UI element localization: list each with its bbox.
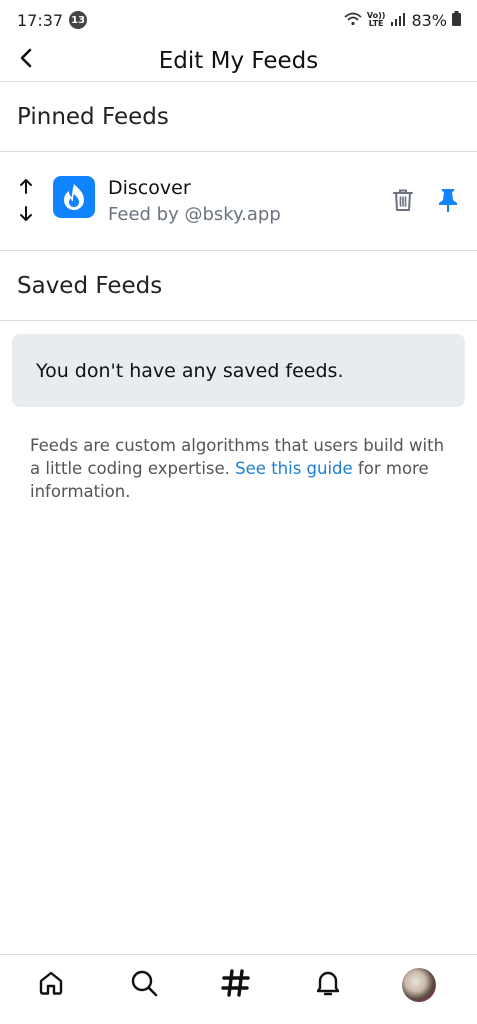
nav-feeds-button[interactable] — [218, 967, 254, 1003]
battery-icon — [452, 10, 461, 30]
pin-icon — [438, 188, 458, 216]
status-bar: 17:37 13 Vo)) LTE 83% — [0, 0, 477, 40]
back-button[interactable] — [10, 44, 42, 76]
move-down-button[interactable] — [14, 205, 38, 227]
feed-texts: Discover Feed by @bsky.app — [108, 177, 281, 225]
unpin-feed-button[interactable] — [434, 188, 462, 216]
chevron-left-icon — [19, 48, 33, 72]
discover-flame-icon — [53, 176, 95, 218]
nav-home-button[interactable] — [33, 967, 69, 1003]
network-type-indicator: Vo)) LTE — [367, 12, 386, 28]
move-up-button[interactable] — [14, 177, 38, 199]
nav-notifications-button[interactable] — [310, 967, 346, 1003]
status-time: 17:37 — [17, 10, 64, 30]
reorder-controls — [14, 177, 38, 227]
guide-link[interactable]: See this guide — [235, 459, 353, 478]
wifi-icon — [344, 11, 362, 30]
pinned-feed-row[interactable]: Discover Feed by @bsky.app — [0, 152, 477, 251]
page-title: Edit My Feeds — [158, 47, 319, 74]
pinned-feeds-heading: Pinned Feeds — [0, 82, 477, 152]
nav-profile-button[interactable] — [401, 967, 437, 1003]
feed-owner: Feed by @bsky.app — [108, 204, 281, 225]
status-right: Vo)) LTE 83% — [344, 10, 461, 30]
arrow-up-icon — [19, 178, 33, 198]
notifications-icon — [315, 969, 341, 1001]
battery-percent: 83% — [411, 10, 447, 30]
trash-icon — [392, 188, 414, 216]
bottom-nav — [0, 954, 477, 1024]
home-icon — [38, 970, 64, 1000]
signal-icon — [390, 11, 406, 30]
search-icon — [130, 969, 158, 1001]
status-left: 17:37 13 — [17, 10, 88, 30]
header: Edit My Feeds — [0, 40, 477, 82]
feeds-info-text: Feeds are custom algorithms that users b… — [30, 434, 453, 503]
avatar — [402, 968, 436, 1002]
remove-feed-button[interactable] — [389, 188, 417, 216]
feed-name: Discover — [108, 177, 191, 199]
notification-count-badge: 13 — [69, 11, 88, 29]
hashtag-icon — [221, 968, 251, 1002]
saved-feeds-empty-state: You don't have any saved feeds. — [12, 334, 465, 407]
network-lte-label: LTE — [368, 19, 384, 28]
saved-feeds-heading: Saved Feeds — [0, 251, 477, 321]
nav-search-button[interactable] — [126, 967, 162, 1003]
arrow-down-icon — [19, 206, 33, 226]
